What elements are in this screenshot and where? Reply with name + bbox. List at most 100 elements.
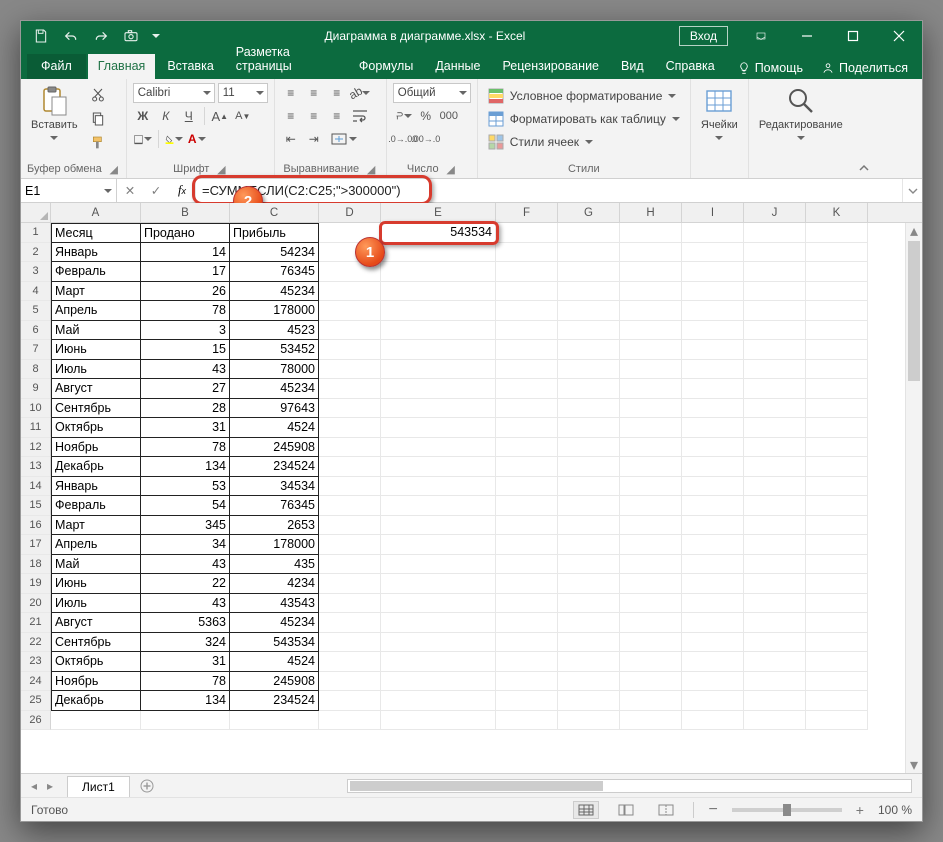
border-icon[interactable]	[133, 129, 153, 149]
cell[interactable]	[682, 282, 744, 302]
add-sheet-button[interactable]	[136, 775, 158, 797]
cell[interactable]	[682, 633, 744, 653]
cell[interactable]	[744, 438, 806, 458]
cell[interactable]	[744, 691, 806, 711]
cell[interactable]: 22	[141, 574, 230, 594]
cell[interactable]	[381, 477, 496, 497]
dialog-launcher-icon[interactable]: ◢	[108, 163, 120, 175]
cell[interactable]	[558, 633, 620, 653]
cell[interactable]	[744, 613, 806, 633]
tell-me[interactable]: Помощь	[729, 57, 811, 79]
cell[interactable]	[496, 379, 558, 399]
cell[interactable]	[806, 243, 868, 263]
cell[interactable]	[682, 477, 744, 497]
row-header[interactable]: 22	[21, 633, 51, 653]
cell[interactable]	[381, 262, 496, 282]
cell[interactable]: Май	[51, 321, 141, 341]
cell[interactable]: 54234	[230, 243, 319, 263]
redo-icon[interactable]	[89, 24, 113, 48]
row-header[interactable]: 16	[21, 516, 51, 536]
cell[interactable]	[620, 574, 682, 594]
cell[interactable]	[806, 535, 868, 555]
cell[interactable]	[620, 477, 682, 497]
cell[interactable]	[806, 418, 868, 438]
cell[interactable]	[496, 399, 558, 419]
cell[interactable]: 97643	[230, 399, 319, 419]
cell[interactable]	[620, 496, 682, 516]
cell[interactable]	[319, 438, 381, 458]
row-header[interactable]: 2	[21, 243, 51, 263]
scroll-down-icon[interactable]: ▾	[906, 757, 922, 773]
cell[interactable]	[319, 672, 381, 692]
cell[interactable]	[558, 574, 620, 594]
tab-insert[interactable]: Вставка	[157, 54, 223, 79]
cell[interactable]	[744, 496, 806, 516]
cell[interactable]	[682, 360, 744, 380]
cell[interactable]	[682, 516, 744, 536]
cell[interactable]	[620, 633, 682, 653]
ribbon-options-icon[interactable]	[738, 21, 784, 51]
cell[interactable]	[381, 496, 496, 516]
cell[interactable]	[381, 418, 496, 438]
cell[interactable]: 245908	[230, 438, 319, 458]
row-header[interactable]: 3	[21, 262, 51, 282]
cell[interactable]	[682, 613, 744, 633]
cell[interactable]	[620, 301, 682, 321]
cell[interactable]	[620, 613, 682, 633]
cell[interactable]	[496, 282, 558, 302]
format-as-table-button[interactable]: Форматировать как таблицу	[484, 108, 684, 129]
tab-home[interactable]: Главная	[88, 54, 156, 79]
collapse-ribbon-icon[interactable]	[853, 79, 875, 178]
cell[interactable]: Январь	[51, 477, 141, 497]
cell[interactable]	[744, 243, 806, 263]
zoom-slider[interactable]	[732, 808, 842, 812]
cell[interactable]	[496, 711, 558, 731]
cell[interactable]	[381, 301, 496, 321]
qat-customize-icon[interactable]	[149, 24, 163, 48]
tab-review[interactable]: Рецензирование	[492, 54, 609, 79]
close-button[interactable]	[876, 21, 922, 51]
view-normal-icon[interactable]	[573, 801, 599, 819]
cell[interactable]	[381, 555, 496, 575]
row-header[interactable]: 23	[21, 652, 51, 672]
cell[interactable]: Апрель	[51, 301, 141, 321]
cell[interactable]	[806, 340, 868, 360]
cell[interactable]	[620, 379, 682, 399]
cell[interactable]	[806, 613, 868, 633]
cell[interactable]	[496, 438, 558, 458]
cell[interactable]	[744, 555, 806, 575]
percent-icon[interactable]: %	[416, 106, 436, 126]
name-box[interactable]	[21, 179, 117, 202]
cell[interactable]	[682, 301, 744, 321]
row-header[interactable]: 4	[21, 282, 51, 302]
cell[interactable]	[381, 360, 496, 380]
cell[interactable]	[381, 321, 496, 341]
cell[interactable]	[806, 399, 868, 419]
cell[interactable]: 4523	[230, 321, 319, 341]
cell[interactable]	[806, 477, 868, 497]
cell[interactable]	[558, 262, 620, 282]
tab-help[interactable]: Справка	[656, 54, 725, 79]
cell[interactable]	[496, 243, 558, 263]
editing-button[interactable]: Редактирование	[755, 83, 847, 145]
col-header[interactable]: H	[620, 203, 682, 222]
cell[interactable]	[558, 321, 620, 341]
name-box-input[interactable]	[25, 184, 104, 198]
cell[interactable]	[381, 535, 496, 555]
cell[interactable]: Продано	[141, 223, 230, 243]
align-center-icon[interactable]: ≡	[304, 106, 324, 126]
undo-icon[interactable]	[59, 24, 83, 48]
cell[interactable]	[806, 633, 868, 653]
cell[interactable]: 45234	[230, 282, 319, 302]
increase-indent-icon[interactable]: ⇥	[304, 129, 324, 149]
cell[interactable]: 53452	[230, 340, 319, 360]
fx-icon[interactable]: fx	[169, 179, 195, 203]
align-top-icon[interactable]: ≡	[281, 83, 301, 103]
cell[interactable]: Август	[51, 379, 141, 399]
zoom-out-button[interactable]: −	[708, 801, 717, 819]
cell[interactable]: Октябрь	[51, 418, 141, 438]
cell[interactable]	[682, 652, 744, 672]
dialog-launcher-icon[interactable]: ◢	[445, 163, 457, 175]
cell[interactable]	[806, 438, 868, 458]
cell[interactable]: Сентябрь	[51, 399, 141, 419]
